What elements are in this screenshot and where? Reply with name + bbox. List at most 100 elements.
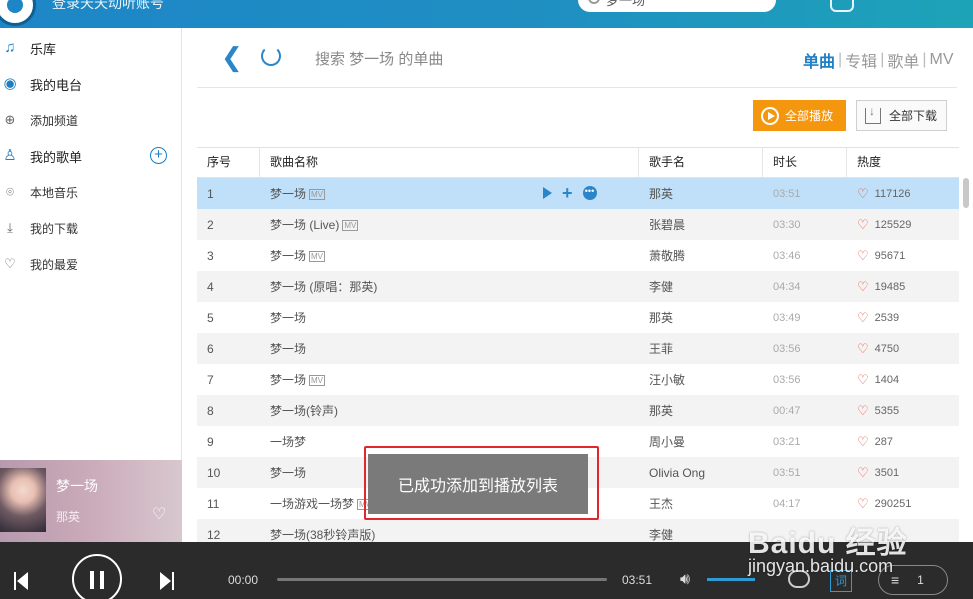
heart-icon[interactable]: ♡ (857, 374, 869, 386)
play-icon[interactable] (543, 187, 552, 199)
heart-icon[interactable]: ♡ (857, 498, 869, 510)
pause-button[interactable] (72, 554, 122, 599)
volume-slider[interactable] (707, 578, 755, 581)
user-icon: ♙ (3, 147, 17, 164)
artist-name[interactable]: 李健 (639, 278, 763, 295)
song-title[interactable]: 一场游戏一场梦 (270, 497, 354, 511)
song-title[interactable]: 梦一场 (Live) (270, 218, 339, 232)
play-all-button[interactable]: 全部播放 (753, 100, 846, 131)
table-row[interactable]: 5 梦一场 那英 03:49 ♡ 2539 (197, 302, 959, 333)
tab-playlists[interactable]: 歌单 (885, 48, 921, 72)
search-input[interactable] (606, 0, 756, 7)
add-playlist-button[interactable]: + (150, 147, 167, 164)
table-row[interactable]: 6 梦一场 王菲 03:56 ♡ 4750 (197, 333, 959, 364)
song-title[interactable]: 梦一场 (270, 373, 306, 387)
column-header-title[interactable]: 歌曲名称 (260, 148, 639, 177)
row-number: 12 (207, 527, 221, 542)
skin-icon[interactable] (830, 0, 854, 12)
scrollbar[interactable] (963, 178, 969, 208)
artist-name[interactable]: 王菲 (639, 340, 763, 357)
sidebar-item-add-channel[interactable]: ⊕ 添加频道 (0, 108, 182, 132)
artist-name[interactable]: 汪小敏 (639, 371, 763, 388)
back-button[interactable]: ❮ (221, 44, 243, 70)
song-title[interactable]: 梦一场 (270, 187, 306, 201)
favorite-heart-icon[interactable]: ♡ (152, 504, 166, 524)
tab-albums[interactable]: 专辑 (843, 48, 879, 72)
heart-icon[interactable]: ♡ (857, 467, 869, 479)
sidebar-item-favorites[interactable]: ♡ 我的最爱 (0, 252, 182, 276)
heart-icon[interactable]: ♡ (857, 188, 869, 200)
heart-icon[interactable]: ♡ (857, 250, 869, 262)
artist-name[interactable]: 那英 (639, 185, 763, 202)
table-row[interactable]: 2 梦一场 (Live) MV 张碧晨 03:30 ♡ 125529 (197, 209, 959, 240)
artist-name[interactable]: 周小曼 (639, 433, 763, 450)
add-icon[interactable]: + (562, 186, 573, 200)
sidebar-item-my-radio[interactable]: ◉ 我的电台 (0, 72, 182, 96)
search-box[interactable] (578, 0, 776, 12)
song-title[interactable]: 梦一场 (270, 342, 306, 356)
song-title[interactable]: 梦一场 (270, 311, 306, 325)
login-link[interactable]: 登录天天动听账号 (52, 0, 164, 13)
lyrics-button[interactable]: 词 (830, 570, 852, 592)
song-title[interactable]: 梦一场(铃声) (270, 404, 338, 418)
heat-cell: ♡ 95671 (847, 250, 959, 262)
column-header-heat[interactable]: 热度 (847, 148, 959, 177)
heart-icon[interactable]: ♡ (857, 436, 869, 448)
row-number: 4 (207, 279, 214, 294)
table-row[interactable]: 3 梦一场 MV 萧敬腾 03:46 ♡ 95671 (197, 240, 959, 271)
heat-value: 290251 (874, 497, 912, 510)
artist-name[interactable]: 萧敬腾 (639, 247, 763, 264)
mv-badge-icon[interactable]: MV (342, 220, 359, 232)
heart-icon[interactable]: ♡ (857, 405, 869, 417)
volume-icon[interactable]: 🔊︎ (680, 571, 690, 589)
table-row[interactable]: 1 梦一场 MV 那英 03:51 ♡ 117126 + ••• (197, 178, 959, 209)
table-row[interactable]: 8 梦一场(铃声) 那英 00:47 ♡ 5355 (197, 395, 959, 426)
artist-name[interactable]: 李健 (639, 526, 763, 542)
loop-icon[interactable] (788, 570, 810, 588)
download-all-button[interactable]: 全部下载 (856, 100, 947, 131)
column-header-number[interactable]: 序号 (197, 148, 260, 177)
more-icon[interactable]: ••• (582, 186, 597, 200)
artist-name[interactable]: 王杰 (639, 495, 763, 512)
duration: 03:56 (773, 342, 801, 355)
heart-icon[interactable]: ♡ (857, 219, 869, 231)
song-title[interactable]: 梦一场 (270, 249, 306, 263)
heat-cell: ♡ 1404 (847, 374, 959, 386)
playlist-button[interactable]: ≡ 1 (878, 565, 948, 595)
sidebar-item-library[interactable]: ♫ 乐库 (0, 36, 182, 60)
next-button[interactable] (160, 572, 174, 590)
duration: 03:51 (773, 466, 801, 479)
previous-button[interactable] (14, 572, 28, 590)
mv-badge-icon[interactable]: MV (309, 189, 326, 201)
heart-icon[interactable]: ♡ (857, 312, 869, 324)
row-number: 1 (207, 186, 214, 201)
tab-singles[interactable]: 单曲 (801, 48, 837, 72)
table-row[interactable]: 4 梦一场 (原唱：那英) 李健 04:34 ♡ 19485 (197, 271, 959, 302)
progress-bar[interactable] (277, 578, 607, 581)
heart-icon[interactable]: ♡ (857, 343, 869, 355)
table-row[interactable]: 7 梦一场 MV 汪小敏 03:56 ♡ 1404 (197, 364, 959, 395)
album-cover[interactable] (0, 468, 46, 532)
tab-mv[interactable]: MV (928, 51, 956, 69)
mv-badge-icon[interactable]: MV (309, 375, 326, 387)
refresh-button[interactable] (261, 46, 281, 66)
column-header-duration[interactable]: 时长 (763, 148, 847, 177)
table-row[interactable]: 12 梦一场(38秒铃声版) 李健 (197, 519, 959, 542)
song-title[interactable]: 梦一场 (原唱：那英) (270, 280, 377, 294)
sidebar-item-local-music[interactable]: ⌾ 本地音乐 (0, 180, 182, 204)
location-icon: ⌾ (6, 184, 14, 199)
column-header-artist[interactable]: 歌手名 (639, 148, 763, 177)
sidebar-item-downloads[interactable]: ⤓ 我的下载 (0, 216, 182, 240)
artist-name[interactable]: Olivia Ong (639, 466, 763, 480)
song-title[interactable]: 梦一场 (270, 466, 306, 480)
song-title[interactable]: 一场梦 (270, 435, 306, 449)
song-title[interactable]: 梦一场(38秒铃声版) (270, 528, 375, 542)
duration: 00:47 (773, 404, 801, 417)
heart-icon[interactable]: ♡ (857, 281, 869, 293)
artist-name[interactable]: 那英 (639, 309, 763, 326)
song-title-cell: 梦一场 (Live) MV (260, 216, 639, 233)
artist-name[interactable]: 张碧晨 (639, 216, 763, 233)
artist-name[interactable]: 那英 (639, 402, 763, 419)
mv-badge-icon[interactable]: MV (309, 251, 326, 263)
now-playing-panel[interactable]: 梦一场 那英 ♡ (0, 460, 182, 542)
